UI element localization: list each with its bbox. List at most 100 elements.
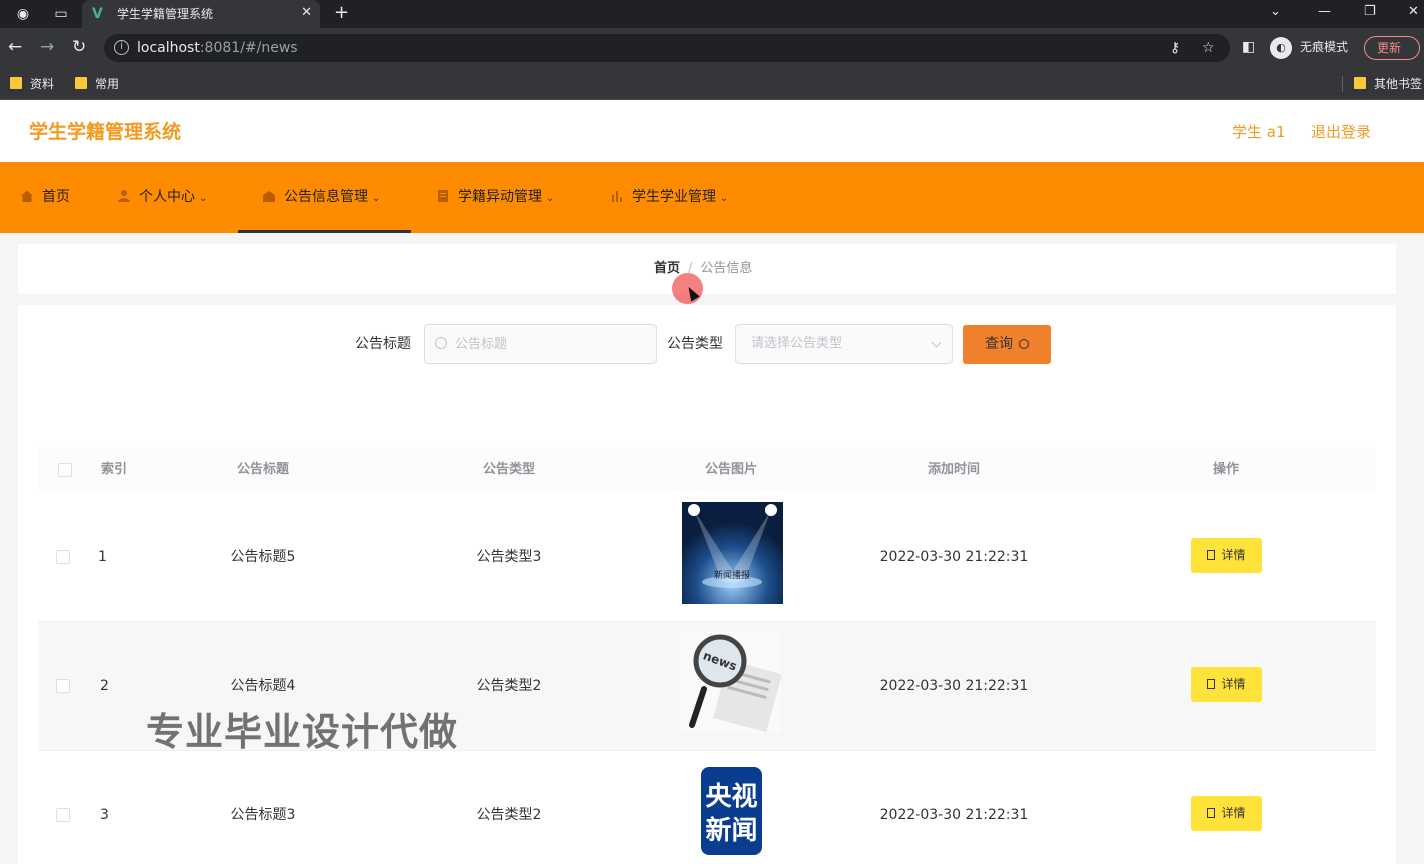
tab-close-icon[interactable]: ✕ xyxy=(301,5,312,21)
document-icon xyxy=(1207,808,1216,818)
folder-icon xyxy=(1354,77,1366,89)
document-icon xyxy=(438,190,448,202)
nav-item-status-change[interactable]: 学籍异动管理 ⌄ xyxy=(436,162,554,233)
row-time: 2022-03-30 21:22:31 xyxy=(879,807,1029,823)
watermark-text: 专业毕业设计代做 xyxy=(146,710,459,754)
search-icon xyxy=(435,337,447,349)
key-icon[interactable]: ⚷ xyxy=(1170,39,1180,57)
back-icon[interactable]: ← xyxy=(8,37,22,57)
row-type: 公告类型2 xyxy=(476,678,542,694)
notice-icon xyxy=(263,191,275,202)
column-header: 添加时间 xyxy=(927,462,980,477)
title-search-label: 公告标题 xyxy=(355,336,411,352)
nav-item-notice[interactable]: 公告信息管理 ⌄ xyxy=(238,162,411,233)
row-checkbox[interactable] xyxy=(56,679,70,693)
select-all-checkbox[interactable] xyxy=(58,463,72,477)
row-index: 1 xyxy=(98,549,107,565)
folder-icon xyxy=(75,77,87,89)
cctv-news-logo-image: 央视 新闻 xyxy=(700,766,763,856)
type-select[interactable]: 请选择公告类型 xyxy=(735,324,953,364)
browser-tab-bar: ◉ ▭ V 学生学籍管理系统 ✕ + ⌄ — ❐ ✕ xyxy=(0,0,1424,28)
tab-title: 学生学籍管理系统 xyxy=(117,7,214,21)
browser-tab[interactable]: V 学生学籍管理系统 ✕ xyxy=(82,0,320,28)
browser-toolbar: ← → ↻ i localhost:8081/#/news ⚷ ☆ ◧ ◐ 无痕… xyxy=(0,28,1424,68)
star-icon[interactable]: ☆ xyxy=(1202,39,1215,57)
column-header: 索引 xyxy=(100,462,127,477)
tab-search-icon[interactable]: ▭ xyxy=(52,5,70,23)
chevron-down-icon: ⌄ xyxy=(199,193,208,204)
table-header: 索引 公告标题 公告类型 公告图片 添加时间 操作 xyxy=(38,447,1376,493)
logout-link[interactable]: 退出登录 xyxy=(1311,122,1371,142)
svg-text:央视: 央视 xyxy=(705,782,757,812)
title-search-input[interactable] xyxy=(455,334,645,354)
breadcrumb-container: 首页 / 公告信息 xyxy=(18,244,1396,294)
minimize-icon[interactable]: — xyxy=(1318,3,1331,21)
breadcrumb-home[interactable]: 首页 xyxy=(654,261,680,276)
reload-icon[interactable]: ↻ xyxy=(72,37,86,57)
row-title: 公告标题3 xyxy=(230,807,296,823)
new-tab-icon[interactable]: + xyxy=(334,3,349,23)
type-search-label: 公告类型 xyxy=(667,336,723,352)
news-magnifier-image: news xyxy=(680,631,781,733)
vue-logo-icon: V xyxy=(92,6,103,22)
svg-text:新闻播报: 新闻播报 xyxy=(714,569,750,581)
type-select-placeholder: 请选择公告类型 xyxy=(751,336,843,351)
chevron-down-icon xyxy=(931,337,942,348)
site-info-icon[interactable]: i xyxy=(114,40,129,55)
user-icon xyxy=(118,190,130,202)
row-checkbox[interactable] xyxy=(56,808,70,822)
app-header: 学生学籍管理系统 学生 a1 退出登录 xyxy=(0,100,1424,162)
column-header: 操作 xyxy=(1212,462,1239,477)
title-search-field[interactable] xyxy=(424,324,657,364)
column-header: 公告图片 xyxy=(704,462,757,477)
incognito-label: 无痕模式 xyxy=(1300,40,1349,54)
chevron-down-icon: ⌄ xyxy=(546,193,555,204)
side-panel-icon[interactable]: ◧ xyxy=(1242,37,1255,57)
nav-item-home[interactable]: 首页 xyxy=(20,162,70,233)
search-icon xyxy=(1019,339,1029,349)
folder-icon xyxy=(10,77,22,89)
current-user: 学生 a1 xyxy=(1232,123,1286,141)
detail-button[interactable]: 详情 xyxy=(1191,796,1262,831)
svg-text:新闻: 新闻 xyxy=(705,815,757,846)
breadcrumb: 首页 / 公告信息 xyxy=(654,260,752,278)
close-window-icon[interactable]: ✕ xyxy=(1408,3,1419,21)
incognito-icon[interactable]: ◐ xyxy=(1270,37,1292,59)
row-type: 公告类型2 xyxy=(476,807,542,823)
browser-menu-icon[interactable]: ◉ xyxy=(14,5,32,23)
bookmark-folder[interactable]: 资料 xyxy=(10,76,54,92)
row-index: 3 xyxy=(100,807,109,823)
main-nav: 首页 个人中心 ⌄ 公告信息管理 ⌄ 学籍异动管理 ⌄ 学生学业管理 ⌄ xyxy=(0,162,1424,233)
nav-item-personal[interactable]: 个人中心 ⌄ xyxy=(117,162,207,233)
query-button[interactable]: 查询 xyxy=(963,325,1051,364)
row-title: 公告标题5 xyxy=(230,549,296,565)
table-row: 1 公告标题5 公告类型3 新闻播报 2022-03-30 21:22:31 详… xyxy=(38,493,1376,622)
table-row: 3 公告标题3 公告类型2 央视 新闻 2022-03-30 21:22:31 … xyxy=(38,751,1376,864)
address-bar[interactable]: i localhost:8081/#/news ⚷ ☆ xyxy=(104,34,1230,62)
home-icon xyxy=(21,190,33,202)
tab-list-icon[interactable]: ⌄ xyxy=(1270,3,1281,21)
chevron-down-icon: ⌄ xyxy=(372,193,381,204)
bar-chart-icon xyxy=(612,191,622,202)
news-spotlight-image: 新闻播报 xyxy=(682,502,783,604)
nav-item-academic[interactable]: 学生学业管理 ⌄ xyxy=(610,162,728,233)
row-index: 2 xyxy=(100,678,109,694)
row-time: 2022-03-30 21:22:31 xyxy=(879,549,1029,565)
bookmark-folder[interactable]: 常用 xyxy=(75,76,119,92)
breadcrumb-current: 公告信息 xyxy=(700,261,753,276)
bookmarks-bar: 资料 常用 其他书签 xyxy=(0,68,1424,100)
app-logo: 学生学籍管理系统 xyxy=(29,121,182,143)
document-icon xyxy=(1207,550,1216,560)
update-button[interactable]: 更新 xyxy=(1364,36,1420,60)
column-header: 公告标题 xyxy=(236,462,289,477)
bookmark-separator xyxy=(1342,76,1343,92)
url-text: localhost:8081/#/news xyxy=(137,40,298,56)
detail-button[interactable]: 详情 xyxy=(1191,538,1262,573)
forward-icon[interactable]: → xyxy=(40,37,54,57)
row-time: 2022-03-30 21:22:31 xyxy=(879,678,1029,694)
row-checkbox[interactable] xyxy=(56,550,70,564)
restore-icon[interactable]: ❐ xyxy=(1364,3,1376,21)
detail-button[interactable]: 详情 xyxy=(1191,667,1262,702)
other-bookmarks[interactable]: 其他书签 xyxy=(1354,76,1422,92)
row-type: 公告类型3 xyxy=(476,549,542,565)
